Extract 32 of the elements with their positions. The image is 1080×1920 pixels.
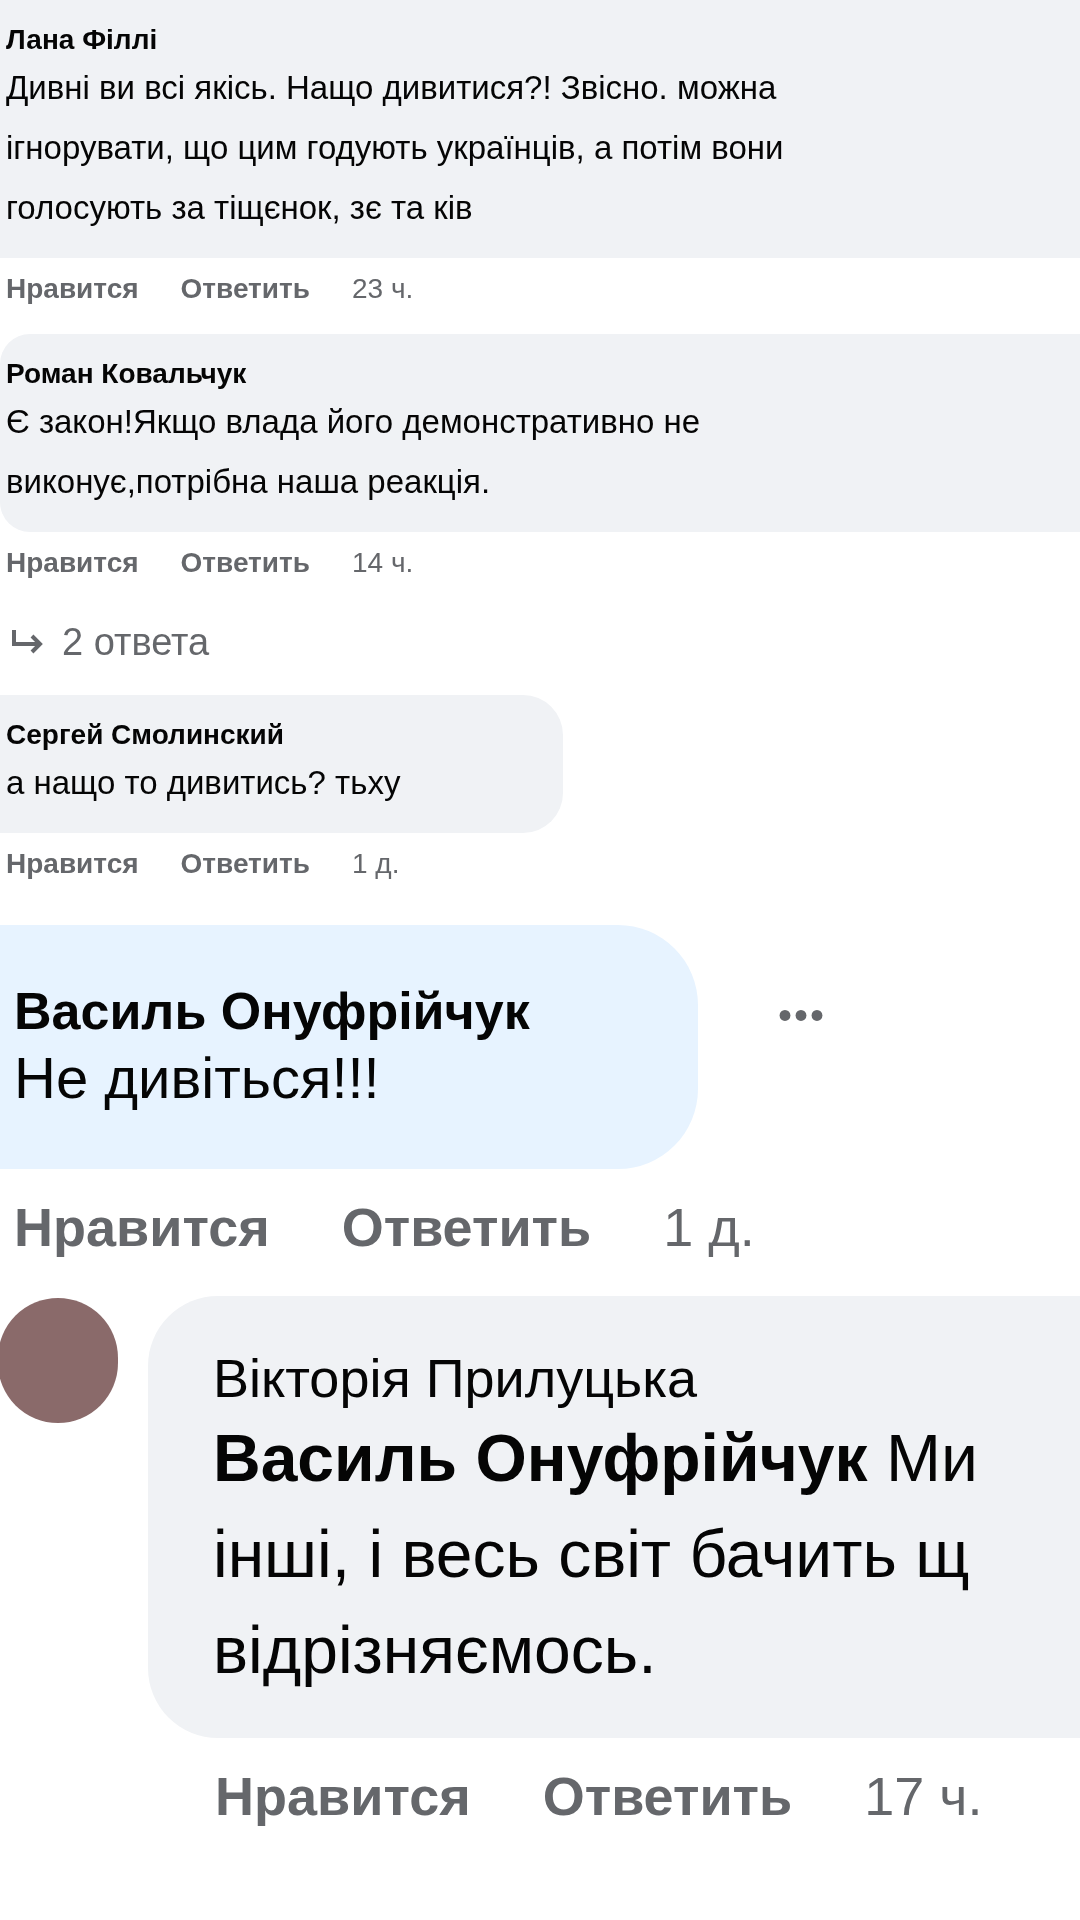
comment-action-link[interactable]: Ответить xyxy=(542,1756,793,1837)
author-name[interactable]: Сергей Смолинский xyxy=(6,717,563,753)
timestamp[interactable]: 17 ч. xyxy=(864,1756,983,1837)
comment-action-link[interactable]: Нравится xyxy=(6,268,139,310)
comment-text: Не дивіться!!! xyxy=(14,1044,381,1112)
comment-text: Василь Онуфрійчук Ми xyxy=(213,1420,979,1497)
comment-text: Дивні ви всі якісь. Нащо дивитися?! Звісно. можна xyxy=(6,68,778,108)
comment-action-link[interactable]: Ответить xyxy=(180,542,310,584)
comment-action-link[interactable]: Нравится xyxy=(6,843,139,885)
comment-text: інші, і весь світ бачить щ xyxy=(213,1516,971,1593)
comment-text: Є закон!Якщо влада його демонстративно не xyxy=(6,402,702,442)
comment-action-link[interactable]: Нравится xyxy=(215,1756,471,1837)
author-name[interactable]: Лана Філлі xyxy=(6,22,1080,58)
timestamp[interactable]: 1 д. xyxy=(663,1187,755,1268)
comment-text: ігнорувати, що цим годують українців, а потім вони xyxy=(6,128,785,168)
timestamp[interactable]: 1 д. xyxy=(351,843,400,885)
comment-text: відрізняємось. xyxy=(213,1612,658,1689)
author-name[interactable]: Василь Онуфрійчук xyxy=(14,980,698,1042)
comment-text: голосують за тіщєнок, зє та ків xyxy=(6,188,474,228)
timestamp[interactable]: 14 ч. xyxy=(351,542,414,584)
view-replies-link[interactable]: 2 ответа xyxy=(0,614,210,671)
comment-text: а нащо то дивитись? тьху xyxy=(6,763,402,803)
comment-action-link[interactable]: Ответить xyxy=(180,268,310,310)
timestamp[interactable]: 23 ч. xyxy=(351,268,414,310)
comment-action-link[interactable]: Ответить xyxy=(341,1187,592,1268)
author-name[interactable]: Вікторія Прилуцька xyxy=(213,1346,1080,1410)
comment-action-link[interactable]: Нравится xyxy=(6,542,139,584)
comment-text: виконує,потрібна наша реакція. xyxy=(6,462,492,502)
comment-action-link[interactable]: Ответить xyxy=(180,843,310,885)
more-options-button[interactable]: ••• xyxy=(778,985,826,1045)
author-name[interactable]: Роман Ковальчук xyxy=(6,356,1080,392)
comment-action-link[interactable]: Нравится xyxy=(14,1187,270,1268)
